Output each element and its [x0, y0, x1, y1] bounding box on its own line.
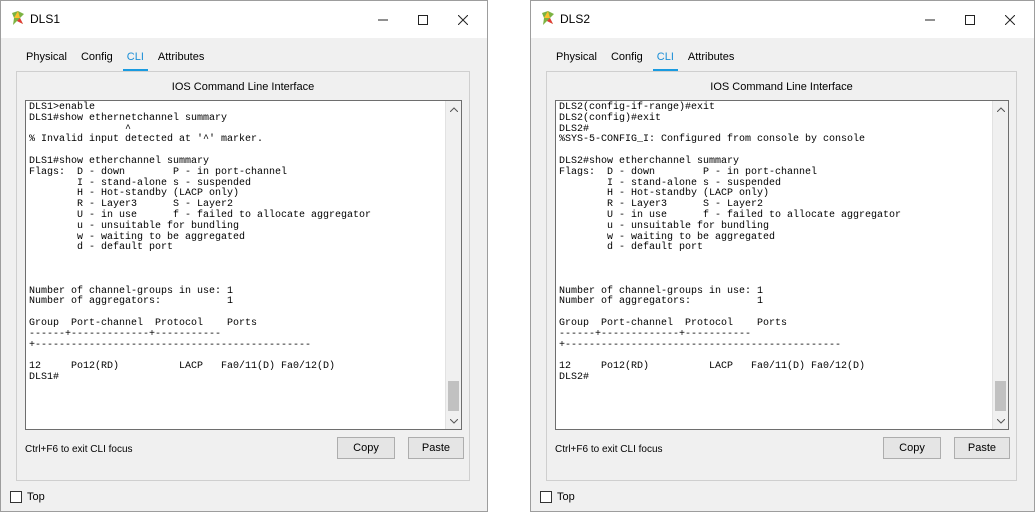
top-checkbox[interactable]	[540, 491, 552, 503]
panel-title: IOS Command Line Interface	[171, 81, 315, 93]
terminal-scrollbar[interactable]	[445, 101, 461, 429]
top-checkbox[interactable]	[10, 491, 22, 503]
dls1-window: DLS1 Physical Config CLI Attributes IOS …	[0, 0, 488, 512]
minimize-button[interactable]	[910, 1, 950, 38]
tab-cli[interactable]: CLI	[120, 47, 151, 72]
tab-attributes[interactable]: Attributes	[151, 47, 211, 69]
tab-config[interactable]: Config	[604, 47, 650, 69]
close-button[interactable]	[443, 1, 483, 38]
chevron-down-icon	[996, 418, 1005, 424]
packet-tracer-device-icon	[12, 11, 24, 25]
maximize-icon	[418, 14, 428, 25]
packet-tracer-device-icon	[542, 11, 554, 25]
top-checkbox-row[interactable]: Top	[10, 491, 45, 503]
title-bar[interactable]: DLS2	[531, 1, 1034, 38]
chevron-up-icon	[449, 106, 458, 112]
top-checkbox-row[interactable]: Top	[540, 491, 575, 503]
terminal-scrollbar[interactable]	[992, 101, 1008, 429]
scroll-thumb[interactable]	[995, 381, 1006, 411]
copy-button[interactable]: Copy	[337, 437, 395, 459]
tab-config[interactable]: Config	[74, 47, 120, 69]
scroll-thumb[interactable]	[448, 381, 459, 411]
top-label: Top	[557, 491, 575, 503]
scroll-down-button[interactable]	[993, 413, 1008, 429]
panel-title: IOS Command Line Interface	[710, 81, 853, 93]
tab-physical[interactable]: Physical	[19, 47, 74, 69]
maximize-button[interactable]	[403, 1, 443, 38]
title-bar[interactable]: DLS1	[1, 1, 487, 38]
paste-button[interactable]: Paste	[408, 437, 464, 459]
minimize-icon	[378, 19, 388, 20]
cli-terminal[interactable]: DLS2(config-if-range)#exit DLS2(config)#…	[555, 100, 1009, 430]
tab-bar: Physical Config CLI Attributes	[549, 47, 741, 72]
minimize-icon	[925, 19, 935, 20]
close-button[interactable]	[990, 1, 1030, 38]
paste-button[interactable]: Paste	[954, 437, 1010, 459]
dls2-window: DLS2 Physical Config CLI Attributes IOS …	[530, 0, 1035, 512]
chevron-up-icon	[996, 106, 1005, 112]
cli-panel: IOS Command Line Interface DLS2(config-i…	[546, 71, 1017, 481]
window-title: DLS1	[30, 12, 61, 26]
maximize-icon	[965, 14, 975, 25]
exit-focus-hint: Ctrl+F6 to exit CLI focus	[25, 444, 133, 455]
scroll-down-button[interactable]	[446, 413, 461, 429]
terminal-output[interactable]: DLS2(config-if-range)#exit DLS2(config)#…	[559, 102, 988, 384]
exit-focus-hint: Ctrl+F6 to exit CLI focus	[555, 444, 663, 455]
close-icon	[1005, 14, 1015, 25]
close-icon	[458, 14, 468, 25]
minimize-button[interactable]	[363, 1, 403, 38]
cli-panel: IOS Command Line Interface DLS1>enable D…	[16, 71, 470, 481]
tab-attributes[interactable]: Attributes	[681, 47, 741, 69]
tab-cli[interactable]: CLI	[650, 47, 681, 72]
window-title: DLS2	[560, 12, 591, 26]
tab-bar: Physical Config CLI Attributes	[19, 47, 211, 72]
cli-terminal[interactable]: DLS1>enable DLS1#show ethernetchannel su…	[25, 100, 462, 430]
terminal-output[interactable]: DLS1>enable DLS1#show ethernetchannel su…	[29, 102, 441, 384]
tab-physical[interactable]: Physical	[549, 47, 604, 69]
maximize-button[interactable]	[950, 1, 990, 38]
scroll-up-button[interactable]	[446, 101, 461, 117]
scroll-up-button[interactable]	[993, 101, 1008, 117]
top-label: Top	[27, 491, 45, 503]
chevron-down-icon	[449, 418, 458, 424]
copy-button[interactable]: Copy	[883, 437, 941, 459]
